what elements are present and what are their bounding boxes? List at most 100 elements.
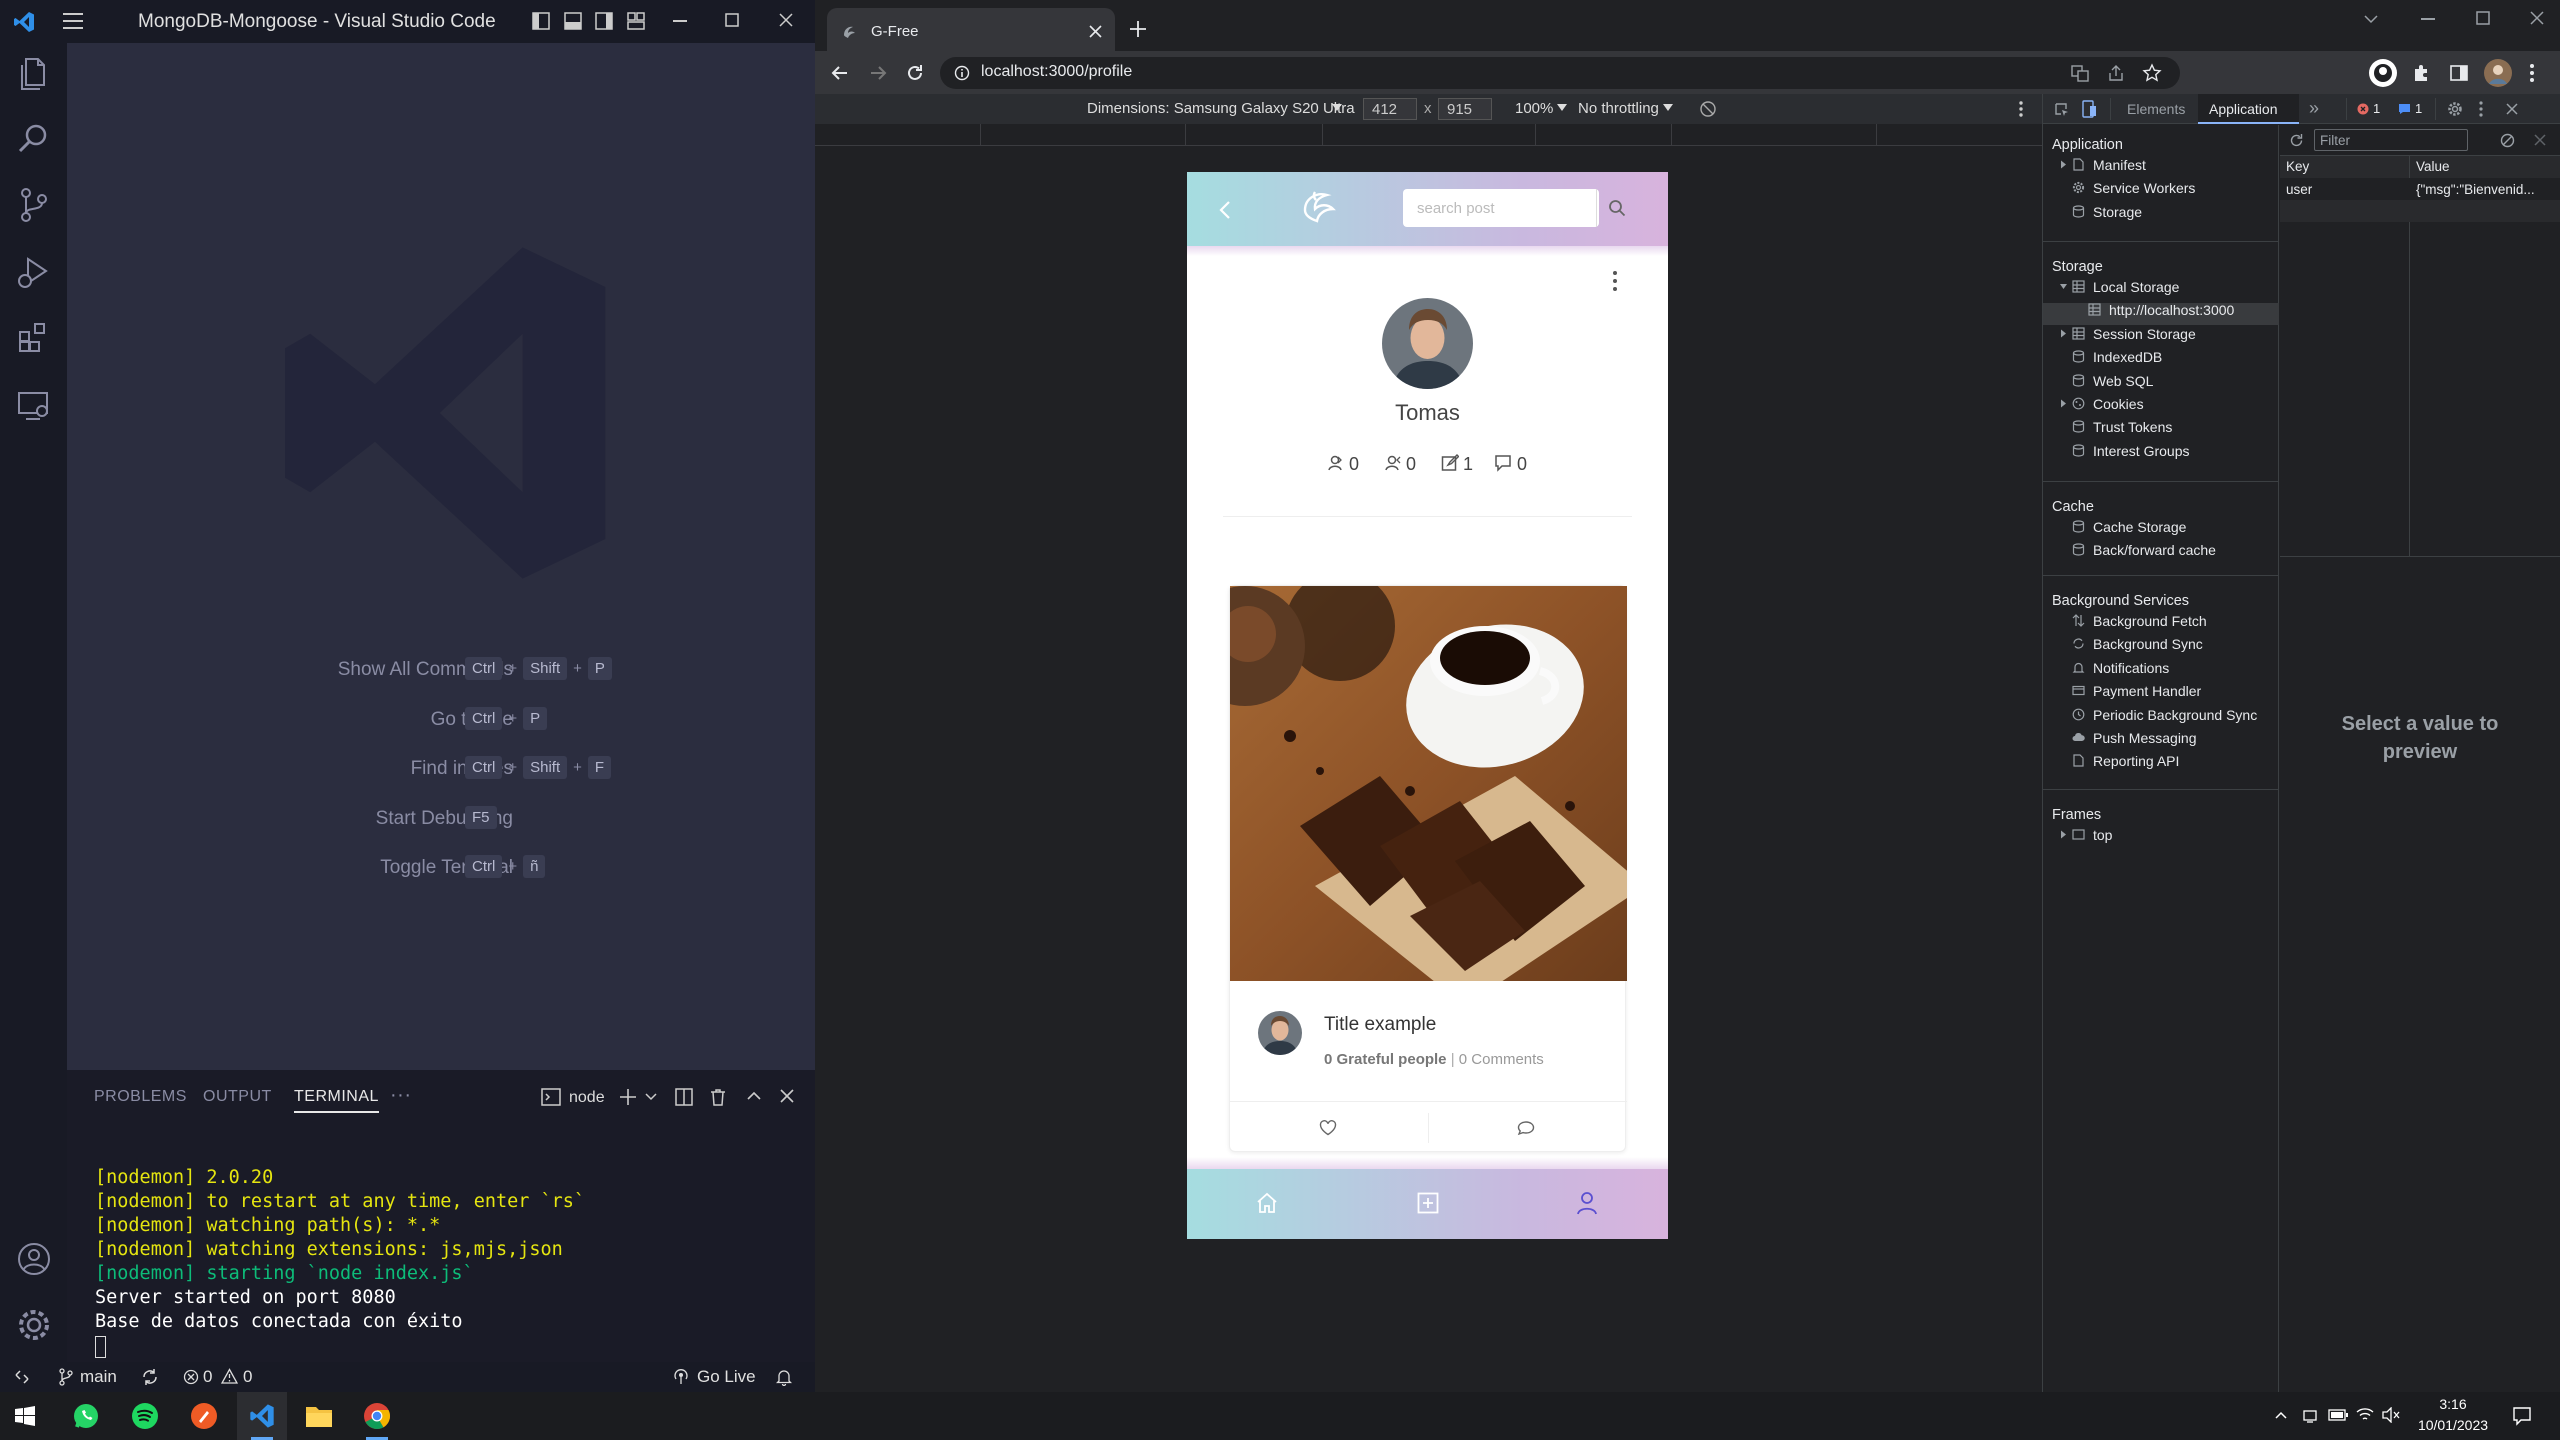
remote-explorer-icon[interactable]	[14, 385, 54, 425]
site-info-icon[interactable]	[954, 65, 970, 81]
wifi-icon[interactable]	[2356, 1407, 2374, 1423]
sidebar-item[interactable]: Manifest	[2061, 157, 2146, 173]
message-badge-icon[interactable]	[2398, 103, 2411, 115]
github-extension-icon[interactable]	[2368, 58, 2398, 88]
reload-icon[interactable]	[905, 63, 925, 83]
close-icon[interactable]	[779, 13, 793, 27]
sidebar-item[interactable]: Interest Groups	[2072, 443, 2190, 459]
tab-elements[interactable]: Elements	[2127, 101, 2185, 117]
profile-avatar-icon[interactable]	[2483, 58, 2513, 88]
more-tabs-button[interactable]: »	[2309, 98, 2319, 119]
device-more-icon[interactable]	[2018, 100, 2024, 118]
tab-close-icon[interactable]	[1089, 25, 1102, 38]
whatsapp-icon[interactable]	[72, 1402, 100, 1430]
sidebar-item[interactable]: top	[2061, 827, 2112, 843]
git-branch[interactable]: main	[80, 1367, 117, 1387]
message-badge-count[interactable]: 1	[2415, 101, 2422, 116]
run-debug-icon[interactable]	[14, 251, 54, 291]
toggle-sidebar-icon[interactable]	[531, 11, 551, 31]
toggle-panel-icon[interactable]	[563, 11, 583, 31]
collapsed-arrow-icon[interactable]	[2059, 158, 2068, 171]
collapsed-arrow-icon[interactable]	[2059, 828, 2068, 841]
maximize-icon[interactable]	[725, 13, 739, 27]
address-bar[interactable]: localhost:3000/profile	[940, 57, 2180, 89]
chevron-down-icon[interactable]	[645, 1092, 657, 1102]
new-terminal-icon[interactable]	[618, 1087, 638, 1107]
battery-icon[interactable]	[2328, 1409, 2348, 1421]
vscode-taskbar-icon[interactable]	[248, 1402, 276, 1430]
value-header[interactable]: Value	[2416, 159, 2450, 174]
share-icon[interactable]	[2107, 64, 2125, 82]
sidebar-item[interactable]: Cookies	[2061, 396, 2144, 412]
chrome-close-icon[interactable]	[2530, 11, 2544, 25]
command-row[interactable]: Go to FileCtrl+P	[67, 705, 815, 735]
tray-device-icon[interactable]	[2302, 1408, 2318, 1424]
sidebar-item[interactable]: Reporting API	[2073, 753, 2179, 769]
comment-count[interactable]: 0 Comments	[1459, 1051, 1544, 1068]
sidebar-item[interactable]: Local Storage	[2060, 279, 2179, 295]
remote-icon[interactable]	[14, 1369, 30, 1385]
storage-row-key[interactable]: user	[2286, 182, 2312, 197]
throttle-dropdown-icon[interactable]	[1663, 104, 1673, 112]
sidebar-item[interactable]: Trust Tokens	[2072, 419, 2172, 435]
volume-muted-icon[interactable]	[2382, 1407, 2400, 1423]
tray-overflow-icon[interactable]	[2275, 1411, 2287, 1419]
profile-options-icon[interactable]	[1612, 270, 1618, 292]
clock-date[interactable]: 10/01/2023	[2410, 1417, 2496, 1433]
file-explorer-icon[interactable]	[305, 1403, 333, 1429]
error-badge-icon[interactable]	[2357, 103, 2369, 115]
trash-icon[interactable]	[708, 1087, 728, 1107]
explorer-icon[interactable]	[14, 53, 54, 93]
translate-icon[interactable]	[2071, 64, 2089, 82]
bell-icon[interactable]	[776, 1368, 792, 1386]
sidebar-item[interactable]: Back/forward cache	[2072, 542, 2216, 558]
storage-row-value[interactable]: {"msg":"Bienvenid...	[2416, 182, 2535, 197]
minimize-icon[interactable]	[673, 20, 687, 22]
terminal-output[interactable]: [nodemon] 2.0.20 [nodemon] to restart at …	[95, 1166, 585, 1334]
menu-icon[interactable]	[62, 11, 84, 31]
terminal-name[interactable]: node	[569, 1089, 605, 1107]
device-toggle-icon[interactable]	[2081, 100, 2097, 118]
post-image[interactable]	[1230, 586, 1627, 981]
error-icon[interactable]	[183, 1369, 199, 1385]
collapsed-arrow-icon[interactable]	[2059, 397, 2068, 410]
sidebar-item[interactable]: Storage	[2072, 204, 2142, 220]
extensions-puzzle-icon[interactable]	[2412, 63, 2432, 83]
bookmark-star-icon[interactable]	[2142, 63, 2162, 83]
post-card[interactable]: Title example 0 Grateful people | 0 Comm…	[1229, 585, 1627, 1152]
sidebar-item[interactable]: Web SQL	[2072, 373, 2153, 389]
tab-application[interactable]: Application	[2209, 101, 2278, 117]
spotify-icon[interactable]	[131, 1402, 159, 1430]
close-panel-icon[interactable]	[779, 1088, 795, 1104]
inspect-element-icon[interactable]	[2054, 102, 2070, 118]
split-terminal-icon[interactable]	[674, 1087, 694, 1107]
app-logo-icon[interactable]	[1297, 184, 1343, 230]
new-tab-icon[interactable]	[1129, 20, 1147, 38]
chrome-minimize-icon[interactable]	[2421, 18, 2435, 20]
error-count[interactable]: 0	[203, 1367, 212, 1387]
sidebar-item[interactable]: Session Storage	[2061, 326, 2196, 342]
clear-all-icon[interactable]	[2500, 133, 2515, 148]
sidebar-item[interactable]: http://localhost:3000	[2088, 302, 2234, 318]
customize-layout-icon[interactable]	[626, 11, 646, 31]
search-icon[interactable]	[14, 119, 54, 159]
back-arrow-icon[interactable]	[1219, 200, 1231, 220]
command-row[interactable]: Start Debugging F5	[67, 804, 815, 834]
tab-terminal[interactable]: TERMINAL	[294, 1088, 379, 1113]
throttle-select[interactable]: No throttling	[1578, 100, 1659, 117]
windows-start-icon[interactable]	[15, 1406, 35, 1426]
sidebar-item[interactable]: Cache Storage	[2072, 519, 2186, 535]
filter-input[interactable]: Filter	[2314, 129, 2468, 151]
device-dropdown-icon[interactable]	[1332, 104, 1342, 112]
maximize-panel-icon[interactable]	[746, 1089, 762, 1103]
search-field[interactable]: search post	[1403, 189, 1626, 227]
tab-problems[interactable]: PROBLEMS	[94, 1088, 187, 1106]
profile-user-icon[interactable]	[1575, 1190, 1599, 1216]
error-badge-count[interactable]: 1	[2373, 101, 2380, 116]
post-title[interactable]: Title example	[1324, 1014, 1436, 1036]
tab-search-chevron-icon[interactable]	[2363, 14, 2379, 24]
collapsed-arrow-icon[interactable]	[2059, 327, 2068, 340]
chrome-taskbar-icon[interactable]	[363, 1402, 391, 1430]
sidebar-item[interactable]: Background Fetch	[2072, 613, 2207, 629]
extensions-icon[interactable]	[14, 318, 54, 358]
